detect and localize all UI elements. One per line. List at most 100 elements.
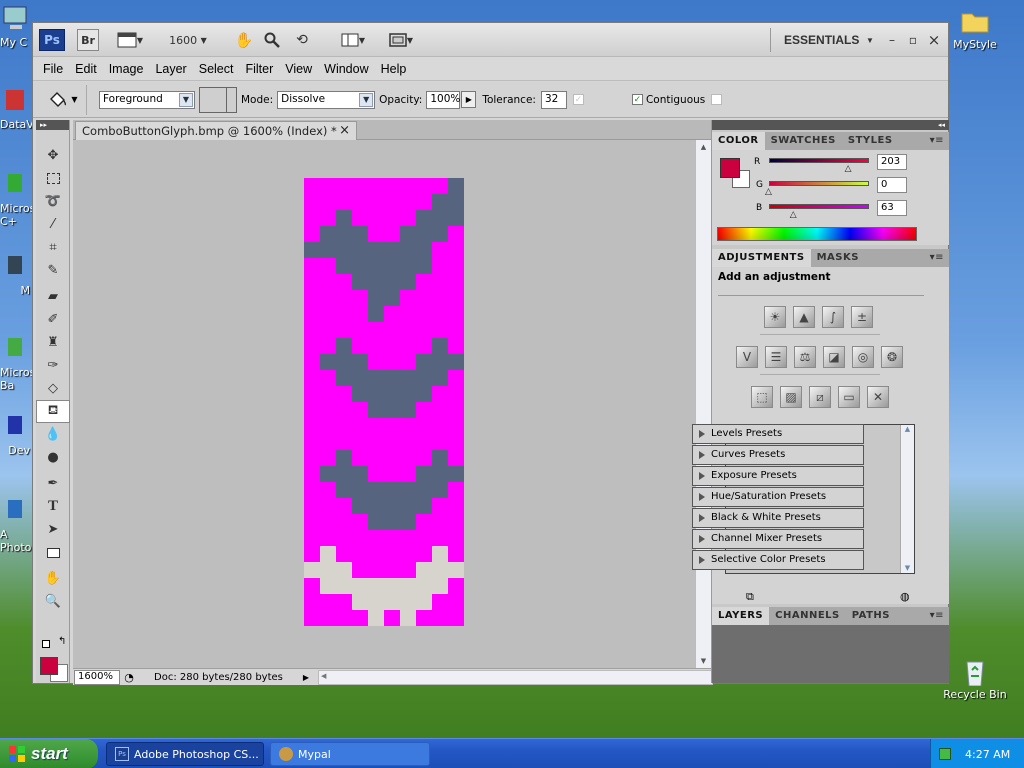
bridge-button[interactable]: Br (77, 29, 99, 51)
blur-tool[interactable]: 💧 (36, 423, 70, 446)
status-arrow-button[interactable]: ▶ (300, 673, 312, 682)
vibrance-icon[interactable]: V (736, 346, 758, 368)
menu-help[interactable]: Help (377, 62, 415, 76)
menu-window[interactable]: Window (320, 62, 376, 76)
channel-mixer-icon[interactable]: ❂ (881, 346, 903, 368)
green-slider-thumb[interactable]: △ (765, 187, 772, 197)
adjustment-options-icon[interactable]: ◍ (900, 590, 910, 603)
desktop-icon-micros-cpp[interactable]: Micros C+ (0, 170, 35, 228)
default-colors-button[interactable] (42, 640, 50, 648)
taskbar-item-mypal[interactable]: Mypal (270, 742, 430, 766)
tool-preset-picker[interactable]: ▼ (39, 84, 87, 115)
red-value-input[interactable]: 203 (877, 154, 907, 170)
horizontal-scrollbar[interactable]: ◀ (318, 669, 713, 685)
opacity-input[interactable]: 100% (426, 90, 460, 109)
preset-black-white[interactable]: Black & White Presets (692, 508, 864, 528)
dodge-tool[interactable]: ● (36, 446, 70, 469)
clone-stamp-tool[interactable]: ♜ (36, 331, 70, 354)
tolerance-input[interactable]: 32 (540, 90, 567, 109)
eyedropper-tool[interactable]: ✎ (36, 259, 70, 282)
desktop-icon-m[interactable]: M (0, 252, 30, 297)
red-slider-thumb[interactable]: △ (845, 164, 852, 174)
preset-levels[interactable]: Levels Presets (692, 424, 864, 444)
opacity-slider-button[interactable]: ▶ (461, 91, 477, 108)
fill-source-select[interactable]: Foreground ▼ (99, 90, 195, 109)
curves-icon[interactable]: ∫ (822, 306, 844, 328)
eraser-tool[interactable]: ◇ (36, 377, 70, 400)
path-selection-tool[interactable]: ➤ (36, 518, 70, 541)
desktop-icon-datav[interactable]: DataV (0, 86, 34, 131)
foreground-color-swatch[interactable] (40, 657, 58, 675)
posterize-icon[interactable]: ▨ (780, 386, 802, 408)
preset-selective-color[interactable]: Selective Color Presets (692, 550, 864, 570)
panel-menu-icon[interactable]: ▾≡ (924, 607, 949, 625)
menu-edit[interactable]: Edit (71, 62, 105, 76)
preset-exposure[interactable]: Exposure Presets (692, 466, 864, 486)
blue-slider[interactable] (769, 204, 869, 209)
canvas-area[interactable] (73, 140, 695, 668)
color-spectrum-bar[interactable] (717, 227, 917, 241)
tab-paths[interactable]: PATHS (846, 607, 896, 625)
document-tab[interactable]: ComboButtonGlyph.bmp @ 1600% (Index) * × (75, 121, 357, 140)
taskbar-item-photoshop[interactable]: Ps Adobe Photoshop CS... (106, 742, 264, 766)
minimize-button[interactable]: – (885, 29, 899, 51)
desktop-icon-micros-basic[interactable]: Micros Ba (0, 334, 35, 392)
desktop-icon-recycle-bin[interactable]: Recycle Bin (943, 656, 1007, 701)
photo-filter-icon[interactable]: ◎ (852, 346, 874, 368)
move-tool[interactable]: ✥ (36, 144, 70, 167)
threshold-icon[interactable]: ⧄ (809, 386, 831, 408)
panel-menu-icon[interactable]: ▾≡ (924, 132, 949, 150)
status-zoom-input[interactable]: 1600% (74, 669, 120, 685)
status-menu-button[interactable]: ◔ (120, 671, 138, 684)
all-layers-checkbox[interactable] (711, 94, 723, 105)
swap-colors-icon[interactable]: ↰ (58, 636, 66, 647)
tab-swatches[interactable]: SWATCHES (765, 132, 842, 150)
desktop-icon-photoshop[interactable]: A Photo (0, 496, 31, 554)
tab-adjustments[interactable]: ADJUSTMENTS (712, 249, 811, 267)
green-value-input[interactable]: 0 (877, 177, 907, 193)
view-extras-button[interactable]: ▼ (113, 29, 147, 51)
scroll-down-arrow[interactable]: ▼ (696, 654, 711, 668)
hand-tool-button[interactable]: ✋ (233, 29, 255, 51)
tab-masks[interactable]: MASKS (811, 249, 865, 267)
workspace-switcher[interactable]: ESSENTIALS ▼ (779, 29, 879, 51)
black-white-icon[interactable]: ◪ (823, 346, 845, 368)
tab-styles[interactable]: STYLES (842, 132, 899, 150)
invert-icon[interactable]: ⬚ (751, 386, 773, 408)
gradient-map-icon[interactable]: ▭ (838, 386, 860, 408)
tab-close-icon[interactable]: × (339, 123, 350, 138)
menu-file[interactable]: File (39, 62, 71, 76)
marquee-tool[interactable] (36, 167, 70, 190)
levels-icon[interactable]: ▲ (793, 306, 815, 328)
zoom-level-dropdown[interactable]: 1600 ▼ (163, 29, 213, 51)
paint-bucket-tool[interactable]: ⛾ (36, 400, 70, 423)
zoom-tool-button[interactable] (261, 29, 283, 51)
network-icon[interactable] (939, 748, 951, 760)
hand-tool[interactable]: ✋ (36, 567, 70, 590)
pattern-picker[interactable] (199, 86, 237, 113)
panel-dock-header[interactable]: ◂◂ (712, 120, 949, 130)
pixel-canvas[interactable] (304, 178, 464, 626)
tab-color[interactable]: COLOR (712, 132, 765, 150)
color-panel-foreground-swatch[interactable] (720, 158, 740, 178)
color-balance-icon[interactable]: ⚖ (794, 346, 816, 368)
presets-scrollbar[interactable]: ▲ ▼ (900, 425, 914, 573)
panel-menu-icon[interactable]: ▾≡ (924, 249, 949, 267)
blue-value-input[interactable]: 63 (877, 200, 907, 216)
close-button[interactable]: × (927, 29, 941, 51)
maximize-button[interactable]: ▫ (906, 29, 920, 51)
arrange-documents-button[interactable]: ▼ (335, 29, 371, 51)
desktop-icon-dev[interactable]: Dev (0, 412, 30, 457)
pen-tool[interactable]: ✒ (36, 472, 70, 495)
start-button[interactable]: start (0, 739, 98, 768)
mode-select[interactable]: Dissolve ▼ (277, 90, 376, 109)
quick-selection-tool[interactable]: ⁄ (36, 213, 70, 236)
scroll-up-arrow[interactable]: ▲ (696, 140, 711, 154)
rotate-view-button[interactable]: ⟲ (291, 29, 313, 51)
vertical-scrollbar[interactable]: ▲ ▼ (695, 140, 711, 668)
zoom-tool[interactable]: 🔍 (36, 590, 70, 613)
tab-channels[interactable]: CHANNELS (769, 607, 846, 625)
desktop-icon-my-computer[interactable]: My C (0, 4, 30, 49)
brush-tool[interactable]: ✐ (36, 308, 70, 331)
preset-hue-saturation[interactable]: Hue/Saturation Presets (692, 487, 864, 507)
